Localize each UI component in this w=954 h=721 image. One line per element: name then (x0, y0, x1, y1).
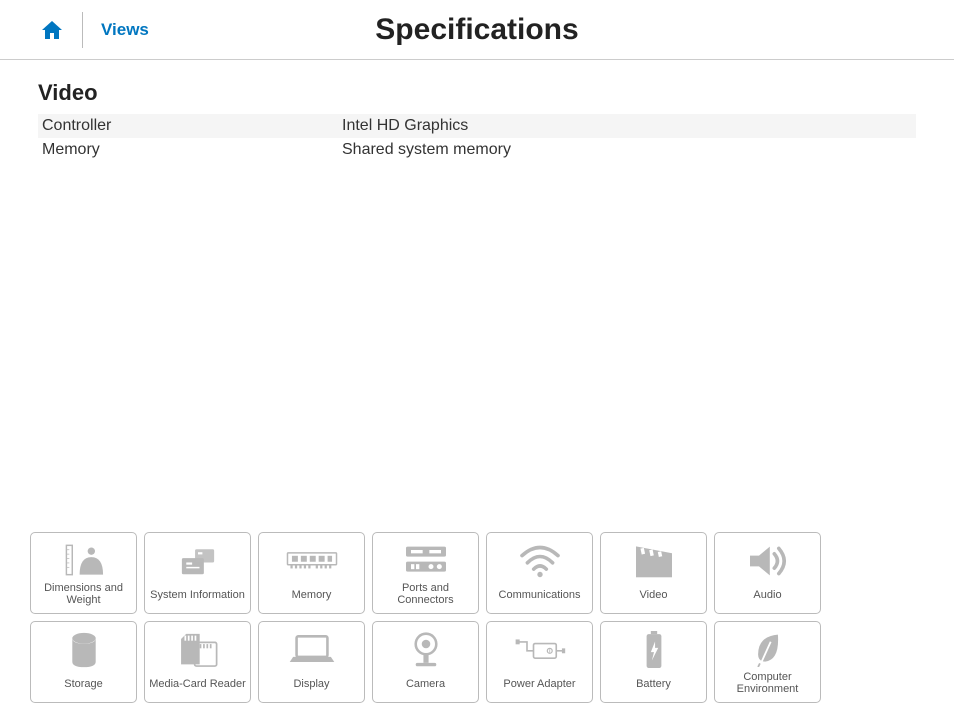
ports-connectors-icon (401, 539, 451, 582)
display-icon (288, 628, 336, 672)
nav-tile-video[interactable]: Video (600, 532, 707, 614)
spec-row: Controller Intel HD Graphics (38, 114, 916, 138)
nav-tile-label: Audio (753, 583, 781, 607)
nav-tile-camera[interactable]: Camera (372, 621, 479, 703)
camera-icon (408, 628, 444, 672)
nav-tile-label: Computer Environment (719, 671, 816, 696)
leaf-icon (751, 628, 785, 671)
power-adapter-icon (514, 628, 566, 672)
nav-tile-label: Dimensions and Weight (35, 582, 132, 607)
storage-icon (67, 628, 101, 672)
nav-tile-label: Video (640, 583, 668, 607)
nav-tile-dimensions-weight[interactable]: Dimensions and Weight (30, 532, 137, 614)
nav-tile-label: Media-Card Reader (149, 672, 246, 696)
media-card-icon (176, 628, 220, 672)
spec-label: Memory (42, 141, 342, 159)
content-area: Video Controller Intel HD Graphics Memor… (0, 60, 954, 162)
dimensions-weight-icon (62, 539, 106, 582)
header-divider (82, 12, 83, 48)
nav-tile-media-card-reader[interactable]: Media-Card Reader (144, 621, 251, 703)
nav-tile-storage[interactable]: Storage (30, 621, 137, 703)
audio-icon (746, 539, 790, 583)
wifi-icon (518, 539, 562, 583)
nav-tile-label: Storage (64, 672, 103, 696)
nav-tile-power-adapter[interactable]: Power Adapter (486, 621, 593, 703)
nav-tile-label: Power Adapter (503, 672, 575, 696)
page-title: Specifications (375, 13, 578, 47)
nav-tile-label: Camera (406, 672, 445, 696)
memory-icon (286, 539, 338, 583)
nav-tile-label: Communications (499, 583, 581, 607)
nav-tile-ports-connectors[interactable]: Ports and Connectors (372, 532, 479, 614)
nav-tile-system-information[interactable]: System Information (144, 532, 251, 614)
system-information-icon (176, 539, 220, 583)
nav-tile-label: Memory (292, 583, 332, 607)
video-icon (632, 539, 676, 583)
spec-row: Memory Shared system memory (38, 138, 916, 162)
section-title: Video (38, 80, 916, 106)
home-icon[interactable] (40, 19, 64, 41)
battery-icon (642, 628, 666, 672)
spec-label: Controller (42, 117, 342, 135)
nav-tile-label: Battery (636, 672, 671, 696)
nav-tile-label: Ports and Connectors (377, 582, 474, 607)
nav-tile-battery[interactable]: Battery (600, 621, 707, 703)
views-link[interactable]: Views (101, 20, 149, 40)
nav-tile-label: Display (293, 672, 329, 696)
nav-tile-audio[interactable]: Audio (714, 532, 821, 614)
nav-tile-communications[interactable]: Communications (486, 532, 593, 614)
bottom-nav: Dimensions and Weight System Information (30, 532, 924, 703)
nav-tile-display[interactable]: Display (258, 621, 365, 703)
spec-value: Intel HD Graphics (342, 117, 912, 135)
spec-value: Shared system memory (342, 141, 912, 159)
nav-tile-memory[interactable]: Memory (258, 532, 365, 614)
header-bar: Views Specifications (0, 0, 954, 60)
nav-tile-label: System Information (150, 583, 245, 607)
nav-tile-computer-environment[interactable]: Computer Environment (714, 621, 821, 703)
